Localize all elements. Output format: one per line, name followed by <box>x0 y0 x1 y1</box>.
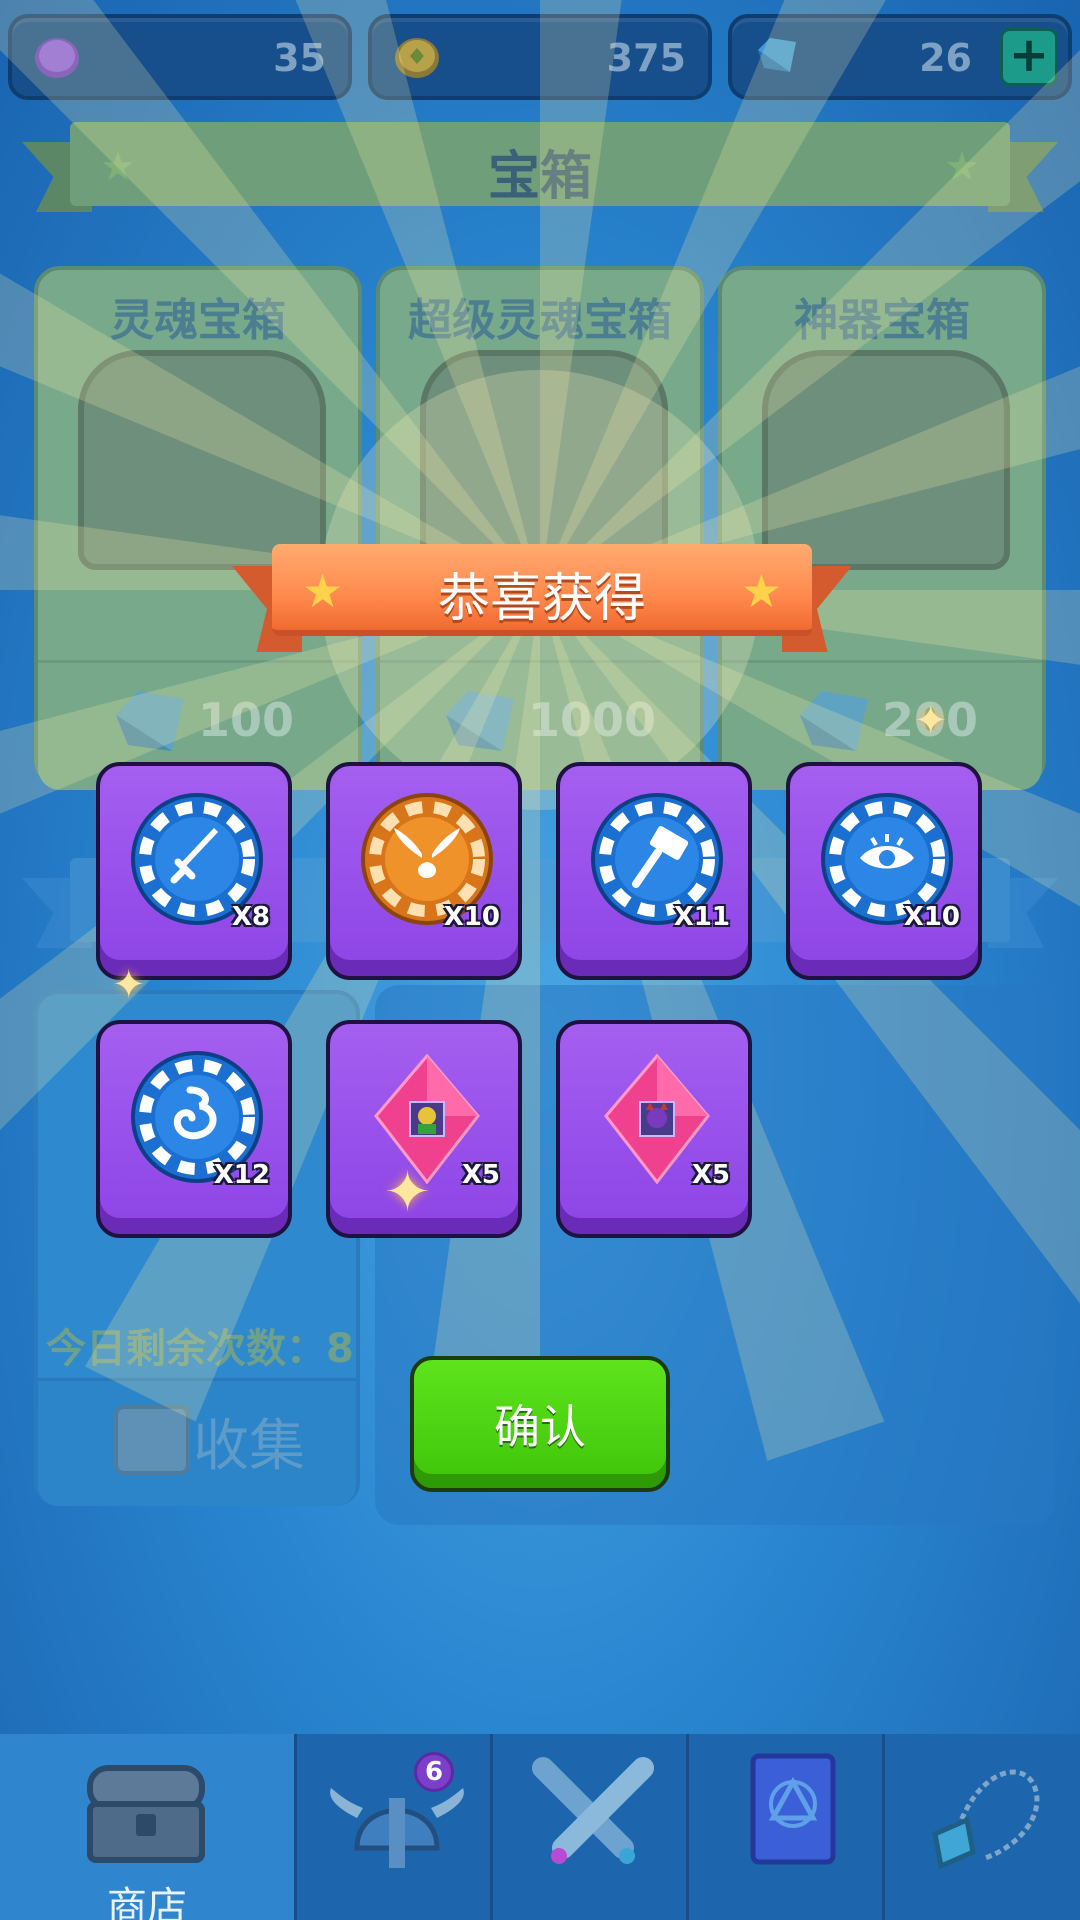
reward-qty: X8 <box>231 902 270 932</box>
spellbook-icon <box>750 1753 836 1865</box>
reward-qty: X10 <box>443 902 500 932</box>
confirm-button[interactable]: 确认 <box>410 1356 670 1492</box>
nav-artifacts[interactable] <box>882 1734 1080 1920</box>
nav-battle[interactable] <box>490 1734 686 1920</box>
reward-title: 恭喜获得 <box>437 569 646 629</box>
reward-qty: X5 <box>691 1160 730 1190</box>
reward-tile[interactable]: X8 <box>96 762 292 980</box>
bottom-nav: 商店 6 <box>0 1734 1080 1920</box>
reward-tile[interactable]: X5 <box>556 1020 752 1238</box>
chest-icon <box>87 1765 205 1863</box>
reward-tile[interactable]: X12 <box>96 1020 292 1238</box>
sparkle-icon: ✦ <box>112 962 146 1008</box>
sparkle-icon: ✦ <box>384 1160 431 1225</box>
reward-qty: X12 <box>213 1160 270 1190</box>
nav-shop[interactable]: 商店 <box>0 1734 294 1920</box>
nav-book[interactable] <box>686 1734 882 1920</box>
reward-tile[interactable]: X10 <box>786 762 982 980</box>
nav-label: 商店 <box>107 1884 187 1920</box>
reward-qty: X10 <box>903 902 960 932</box>
heroes-badge: 6 <box>414 1752 454 1792</box>
reward-qty: X11 <box>673 902 730 932</box>
reward-tile[interactable]: X10 <box>326 762 522 980</box>
crossed-swords-icon <box>532 1757 654 1864</box>
reward-banner: ★ ★ 恭喜获得 <box>232 544 852 654</box>
reward-tile[interactable]: X11 <box>556 762 752 980</box>
nav-heroes[interactable]: 6 <box>294 1734 490 1920</box>
game-screen: 35 375 26 + ★ ★ 宝箱 灵魂宝箱 100 <box>0 0 1080 1920</box>
sparkle-icon: ✦ <box>914 698 948 744</box>
reward-qty: X5 <box>461 1160 500 1190</box>
amulet-icon <box>932 1769 1040 1870</box>
